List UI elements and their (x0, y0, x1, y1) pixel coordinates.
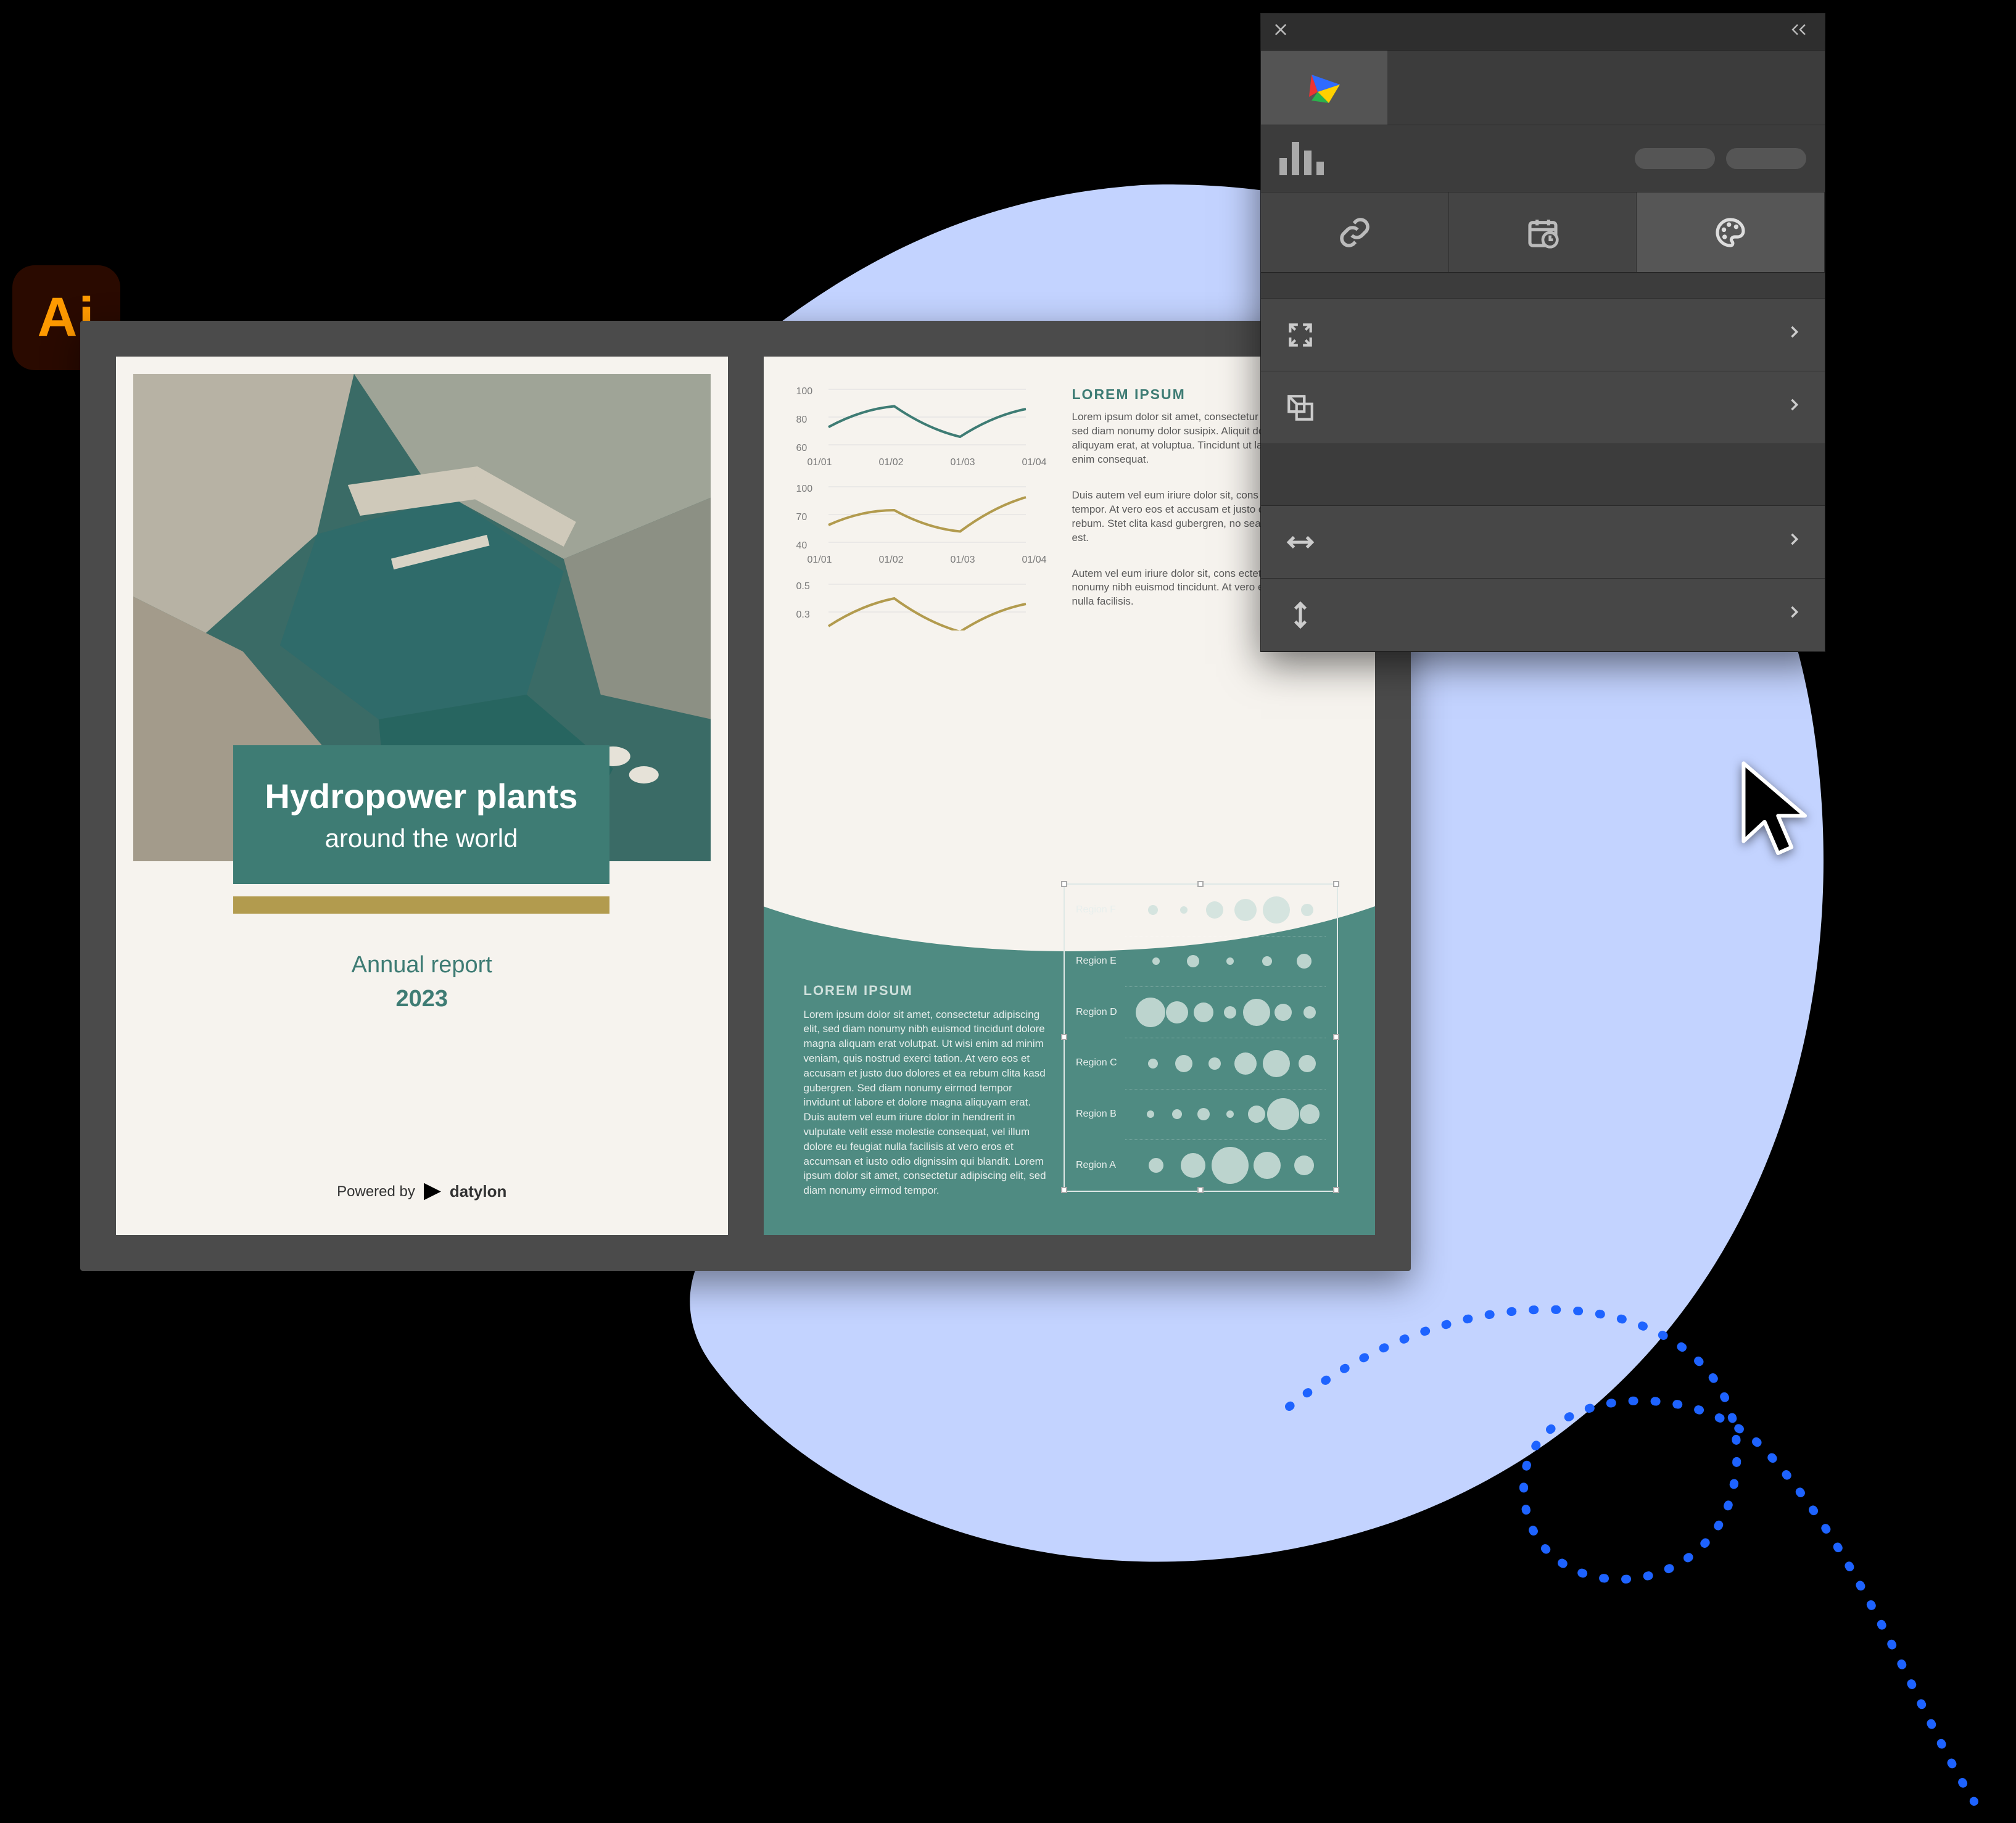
chevron-right-icon (1785, 320, 1803, 350)
row-expand[interactable] (1261, 299, 1825, 371)
selection-handle[interactable] (1197, 1187, 1204, 1193)
tab-link[interactable] (1261, 192, 1449, 272)
cover-year: 2023 (116, 986, 728, 1012)
cover-subtitle: around the world (325, 824, 518, 853)
tab-palette[interactable] (1637, 192, 1825, 272)
powered-by-wrap: Powered by datylon (116, 1182, 728, 1201)
selection-handle[interactable] (1061, 881, 1067, 887)
bubble-row: Region D (1065, 986, 1337, 1038)
row-vertical[interactable] (1261, 579, 1825, 651)
row-layers[interactable] (1261, 371, 1825, 444)
pill-button-1[interactable] (1635, 148, 1715, 169)
cover-title-box: Hydropower plants around the world (233, 745, 609, 884)
expand-icon (1283, 320, 1318, 350)
bubble-row-label: Region F (1076, 904, 1125, 916)
bubble-row-label: Region E (1076, 956, 1125, 967)
layers-icon (1283, 392, 1318, 423)
horizontal-arrows-icon (1283, 527, 1318, 558)
bubble-row-label: Region B (1076, 1109, 1125, 1120)
selection-handle[interactable] (1333, 881, 1339, 887)
panel-titlebar (1261, 14, 1825, 51)
bubble-row-label: Region D (1076, 1007, 1125, 1018)
bubble-row: Region E (1065, 936, 1337, 987)
bubble-row: Region C (1065, 1038, 1337, 1089)
selection-handle[interactable] (1333, 1187, 1339, 1193)
selection-handle[interactable] (1061, 1034, 1067, 1040)
green-text-block: LOREM IPSUM Lorem ipsum dolor sit amet, … (804, 983, 1051, 1198)
green-section: LOREM IPSUM Lorem ipsum dolor sit amet, … (764, 791, 1376, 1235)
panel-chart-type-row (1261, 125, 1825, 192)
datylon-brand: datylon (450, 1182, 506, 1201)
artboard-cover[interactable]: Hydropower plants around the world Annua… (116, 357, 728, 1235)
bubble-row: Region B (1065, 1089, 1337, 1140)
green-body: Lorem ipsum dolor sit amet, consectetur … (804, 1007, 1051, 1198)
close-icon[interactable] (1272, 21, 1289, 43)
row-horizontal[interactable] (1261, 506, 1825, 579)
dotted-path (1265, 1265, 2005, 1820)
cover-report-label: Annual report (116, 952, 728, 978)
mini-line-chart[interactable]: 1007040 01/0101/0201/0301/04 (804, 484, 1051, 564)
mini-line-chart[interactable]: 1008060 01/0101/0201/0301/04 (804, 386, 1051, 466)
bar-chart-icon[interactable] (1279, 142, 1324, 175)
tab-schedule[interactable] (1449, 192, 1637, 272)
chevron-right-icon (1785, 392, 1803, 423)
bubble-row-label: Region A (1076, 1160, 1125, 1171)
bubble-row: Region A (1065, 1139, 1337, 1191)
cover-accent-bar (233, 896, 609, 914)
chevron-right-icon (1785, 527, 1803, 558)
panel-logo-row (1261, 51, 1825, 125)
bubble-row-label: Region C (1076, 1057, 1125, 1069)
chevron-right-icon (1785, 600, 1803, 630)
bubble-chart-selection[interactable]: Region F Region E Region D Region C Region B… (1064, 883, 1338, 1192)
properties-panel (1261, 14, 1825, 651)
green-heading: LOREM IPSUM (804, 983, 1051, 999)
bubble-row: Region F (1065, 885, 1337, 936)
plugin-logo-icon[interactable] (1261, 51, 1387, 125)
selection-handle[interactable] (1197, 881, 1204, 887)
selection-handle[interactable] (1061, 1187, 1067, 1193)
vertical-arrows-icon (1283, 600, 1318, 630)
collapse-icon[interactable] (1789, 21, 1814, 43)
selection-handle[interactable] (1333, 1034, 1339, 1040)
powered-by-label: Powered by (337, 1183, 415, 1201)
datylon-logo-icon (424, 1183, 441, 1201)
cover-title: Hydropower plants (265, 776, 577, 816)
panel-tabs (1261, 192, 1825, 273)
illustrator-canvas-window: Hydropower plants around the world Annua… (80, 321, 1411, 1271)
pill-button-2[interactable] (1726, 148, 1806, 169)
